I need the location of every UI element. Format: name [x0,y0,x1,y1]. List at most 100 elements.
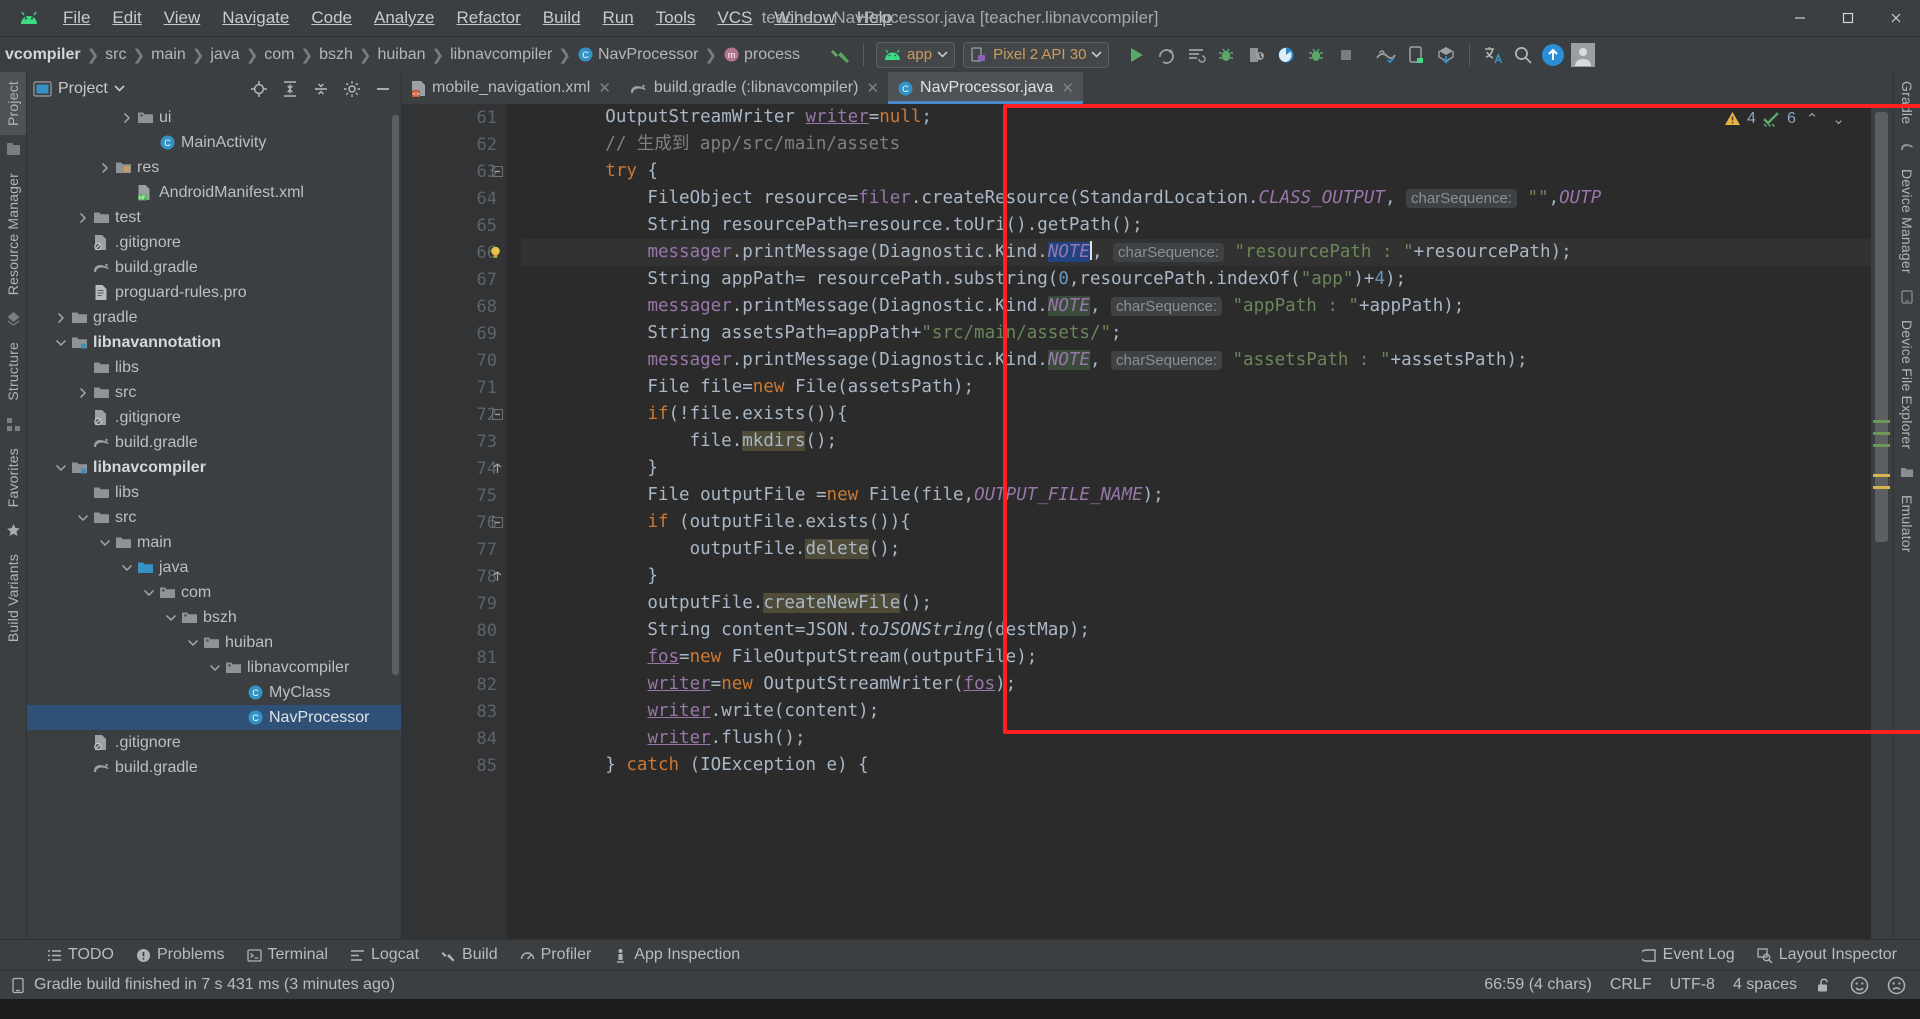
line-number[interactable]: 64 [402,185,507,212]
collapse-all-icon[interactable] [308,76,333,101]
line-number[interactable]: 67 [402,266,507,293]
sync-gradle-icon[interactable] [1431,40,1461,70]
menu-analyze[interactable]: Analyze [363,4,445,32]
code-line[interactable]: messager.printMessage(Diagnostic.Kind.NO… [521,239,1871,266]
code-line[interactable]: try { [521,158,1871,185]
project-tree-scrollbar[interactable] [392,115,399,675]
code-line[interactable]: if (outputFile.exists()){ [521,509,1871,536]
line-number[interactable]: 65 [402,212,507,239]
code-line[interactable]: FileObject resource=filer.createResource… [521,185,1871,212]
tree-item-libnavcompiler[interactable]: libnavcompiler [27,455,401,480]
update-icon[interactable] [1538,40,1568,70]
chevron-right-icon[interactable] [75,212,91,224]
chevron-right-icon[interactable] [119,112,135,124]
sidebar-item-favorites[interactable]: Favorites [0,439,26,516]
code-line[interactable]: File outputFile =new File(file,OUTPUT_FI… [521,482,1871,509]
apply-changes-icon[interactable] [1181,40,1211,70]
tool-window-layout-inspector[interactable]: Layout Inspector [1746,943,1908,967]
tool-window-profiler[interactable]: Profiler [509,943,603,967]
rerun-icon[interactable] [1151,40,1181,70]
tree-item-ui[interactable]: ui [27,105,401,130]
tree-item-libs[interactable]: libs [27,355,401,380]
breadcrumb-java[interactable]: java [207,44,242,66]
editor-tab-build-gradle[interactable]: build.gradle (:libnavcompiler) ✕ [620,72,888,104]
tree-item-libnavcompiler[interactable]: libnavcompiler [27,655,401,680]
code-line[interactable]: String appPath= resourcePath.substring(0… [521,266,1871,293]
tree-item-res[interactable]: res [27,155,401,180]
tree-item-libnavannotation[interactable]: libnavannotation [27,330,401,355]
chevron-down-icon[interactable] [185,638,201,648]
menu-build[interactable]: Build [532,4,592,32]
tree-item-navprocessor[interactable]: C NavProcessor [27,705,401,730]
fold-close-icon[interactable] [492,563,503,590]
locate-icon[interactable] [246,76,271,101]
tool-window-app-inspection[interactable]: App Inspection [602,943,751,967]
chevron-down-icon[interactable] [53,338,69,348]
status-message-icon[interactable] [10,977,26,994]
line-number[interactable]: 68 [402,293,507,320]
sidebar-item-gradle[interactable]: Gradle [1894,72,1920,133]
marker-scrollbar[interactable] [1871,104,1893,939]
run-configuration-combo[interactable]: app [876,41,956,68]
code-line[interactable]: writer=new OutputStreamWriter(fos); [521,671,1871,698]
make-project-hammer-icon[interactable] [825,40,855,70]
code-line[interactable]: OutputStreamWriter writer=null; [521,104,1871,131]
code-line[interactable]: file.mkdirs(); [521,428,1871,455]
chevron-right-icon[interactable] [75,387,91,399]
code-line[interactable]: outputFile.createNewFile(); [521,590,1871,617]
tree-item--gitignore[interactable]: .gitignore [27,730,401,755]
breadcrumb-bszh[interactable]: bszh [316,44,356,66]
tree-item-src[interactable]: src [27,505,401,530]
caret-position[interactable]: 66:59 (4 chars) [1484,976,1592,994]
code-line[interactable]: fos=new FileOutputStream(outputFile); [521,644,1871,671]
chevron-down-icon[interactable] [119,563,135,573]
tree-item-androidmanifest-xml[interactable]: MF AndroidManifest.xml [27,180,401,205]
menu-refactor[interactable]: Refactor [445,4,531,32]
line-separator[interactable]: CRLF [1610,976,1652,994]
fold-close-icon[interactable] [492,455,503,482]
close-icon[interactable]: ✕ [598,79,611,97]
chevron-down-icon[interactable] [75,513,91,523]
close-icon[interactable]: ✕ [1061,79,1074,97]
line-number[interactable]: 70 [402,347,507,374]
sad-face-icon[interactable] [1887,976,1906,995]
breadcrumb-module[interactable]: vcompiler [2,44,84,66]
tree-item-build-gradle[interactable]: build.gradle [27,255,401,280]
line-number-gutter[interactable]: 61 62 63 64 65 66 67 68 69 70 71 72 73 74 75 76 77 78 79 80… [402,104,507,939]
avatar-icon[interactable] [1568,40,1598,70]
line-number[interactable]: 75 [402,482,507,509]
chevron-down-icon[interactable]: ⌄ [1828,110,1849,128]
fold-open-icon[interactable] [492,401,503,428]
line-number[interactable]: 63 [402,158,507,185]
chevron-down-icon[interactable] [141,588,157,598]
sidebar-item-device-manager[interactable]: Device Manager [1894,160,1920,283]
project-tree[interactable]: ui C MainActivity res MF AndroidManifest.xml t… [27,105,401,939]
line-number[interactable]: 66 [402,239,507,266]
minimize-button[interactable] [1776,0,1824,36]
code-line[interactable]: File file=new File(assetsPath); [521,374,1871,401]
sidebar-item-structure[interactable]: Structure [0,333,26,410]
settings-gear-icon[interactable] [339,76,364,101]
line-number[interactable]: 78 [402,563,507,590]
line-number[interactable]: 85 [402,752,507,779]
sdk-manager-icon[interactable] [1401,40,1431,70]
code-line[interactable]: } [521,455,1871,482]
chevron-down-icon[interactable] [163,613,179,623]
breadcrumb-com[interactable]: com [261,44,297,66]
line-number[interactable]: 84 [402,725,507,752]
menu-navigate[interactable]: Navigate [211,4,300,32]
chevron-up-icon[interactable]: ⌃ [1802,110,1823,128]
indent-setting[interactable]: 4 spaces [1733,976,1797,994]
line-number[interactable]: 73 [402,428,507,455]
line-number[interactable]: 69 [402,320,507,347]
code-line[interactable]: } [521,563,1871,590]
run-icon[interactable] [1121,40,1151,70]
breadcrumb-method[interactable]: m process [720,44,803,66]
tree-item--gitignore[interactable]: .gitignore [27,230,401,255]
unlocked-icon[interactable] [1815,977,1832,994]
line-number[interactable]: 72 [402,401,507,428]
inspection-widget[interactable]: 4 6 ⌃ ⌄ [1724,110,1849,128]
code-line[interactable]: messager.printMessage(Diagnostic.Kind.NO… [521,347,1871,374]
expand-all-icon[interactable] [277,76,302,101]
chevron-down-icon[interactable] [97,538,113,548]
